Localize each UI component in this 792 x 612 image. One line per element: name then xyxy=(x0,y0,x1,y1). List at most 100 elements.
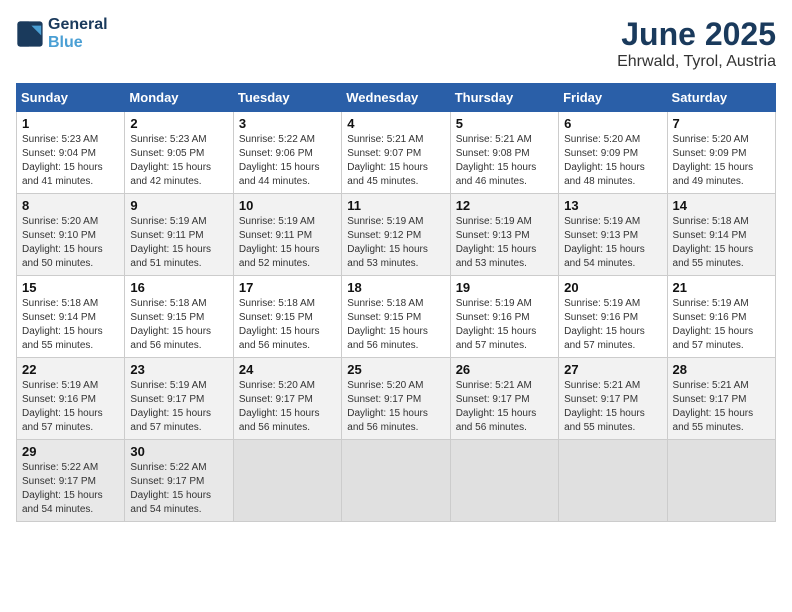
col-header-thursday: Thursday xyxy=(450,84,558,112)
day-info: Sunrise: 5:19 AM Sunset: 9:17 PM Dayligh… xyxy=(130,379,227,435)
day-info: Sunrise: 5:19 AM Sunset: 9:16 PM Dayligh… xyxy=(564,297,661,353)
day-number: 8 xyxy=(22,198,119,213)
calendar-cell: 10 Sunrise: 5:19 AM Sunset: 9:11 PM Dayli… xyxy=(233,194,341,276)
day-info: Sunrise: 5:18 AM Sunset: 9:14 PM Dayligh… xyxy=(673,215,770,271)
day-number: 15 xyxy=(22,280,119,295)
day-info: Sunrise: 5:20 AM Sunset: 9:17 PM Dayligh… xyxy=(347,379,444,435)
day-number: 4 xyxy=(347,116,444,131)
day-number: 29 xyxy=(22,444,119,459)
calendar-cell xyxy=(450,440,558,522)
day-info: Sunrise: 5:20 AM Sunset: 9:17 PM Dayligh… xyxy=(239,379,336,435)
day-info: Sunrise: 5:19 AM Sunset: 9:13 PM Dayligh… xyxy=(456,215,553,271)
calendar-cell: 27 Sunrise: 5:21 AM Sunset: 9:17 PM Dayli… xyxy=(559,358,667,440)
calendar-cell: 9 Sunrise: 5:19 AM Sunset: 9:11 PM Daylig… xyxy=(125,194,233,276)
day-number: 6 xyxy=(564,116,661,131)
day-info: Sunrise: 5:22 AM Sunset: 9:06 PM Dayligh… xyxy=(239,133,336,189)
day-number: 5 xyxy=(456,116,553,131)
calendar-cell: 26 Sunrise: 5:21 AM Sunset: 9:17 PM Dayli… xyxy=(450,358,558,440)
logo-icon xyxy=(16,20,44,48)
calendar-cell: 6 Sunrise: 5:20 AM Sunset: 9:09 PM Daylig… xyxy=(559,112,667,194)
calendar-cell: 7Sunrise: 5:20 AM Sunset: 9:09 PM Daylig… xyxy=(667,112,775,194)
calendar-title-area: June 2025 Ehrwald, Tyrol, Austria xyxy=(617,16,776,71)
day-info: Sunrise: 5:20 AM Sunset: 9:09 PM Dayligh… xyxy=(673,133,770,189)
day-info: Sunrise: 5:19 AM Sunset: 9:11 PM Dayligh… xyxy=(239,215,336,271)
day-info: Sunrise: 5:22 AM Sunset: 9:17 PM Dayligh… xyxy=(130,461,227,517)
day-info: Sunrise: 5:19 AM Sunset: 9:11 PM Dayligh… xyxy=(130,215,227,271)
day-info: Sunrise: 5:21 AM Sunset: 9:17 PM Dayligh… xyxy=(456,379,553,435)
day-number: 26 xyxy=(456,362,553,377)
calendar-cell: 4 Sunrise: 5:21 AM Sunset: 9:07 PM Daylig… xyxy=(342,112,450,194)
day-info: Sunrise: 5:18 AM Sunset: 9:14 PM Dayligh… xyxy=(22,297,119,353)
day-number: 24 xyxy=(239,362,336,377)
day-number: 9 xyxy=(130,198,227,213)
calendar-cell: 19Sunrise: 5:19 AM Sunset: 9:16 PM Dayli… xyxy=(450,276,558,358)
calendar-cell: 25 Sunrise: 5:20 AM Sunset: 9:17 PM Dayli… xyxy=(342,358,450,440)
day-number: 16 xyxy=(130,280,227,295)
calendar-cell xyxy=(559,440,667,522)
calendar-cell: 18Sunrise: 5:18 AM Sunset: 9:15 PM Dayli… xyxy=(342,276,450,358)
calendar-cell: 13 Sunrise: 5:19 AM Sunset: 9:13 PM Dayli… xyxy=(559,194,667,276)
day-number: 12 xyxy=(456,198,553,213)
col-header-monday: Monday xyxy=(125,84,233,112)
calendar-header-row: SundayMondayTuesdayWednesdayThursdayFrid… xyxy=(17,84,776,112)
day-number: 14 xyxy=(673,198,770,213)
day-number: 30 xyxy=(130,444,227,459)
calendar-week-row: 22 Sunrise: 5:19 AM Sunset: 9:16 PM Dayli… xyxy=(17,358,776,440)
calendar-cell: 21 Sunrise: 5:19 AM Sunset: 9:16 PM Dayli… xyxy=(667,276,775,358)
col-header-tuesday: Tuesday xyxy=(233,84,341,112)
calendar-cell: 23 Sunrise: 5:19 AM Sunset: 9:17 PM Dayli… xyxy=(125,358,233,440)
day-number: 11 xyxy=(347,198,444,213)
day-number: 27 xyxy=(564,362,661,377)
calendar-week-row: 15 Sunrise: 5:18 AM Sunset: 9:14 PM Dayli… xyxy=(17,276,776,358)
day-number: 1 xyxy=(22,116,119,131)
calendar-cell: 22 Sunrise: 5:19 AM Sunset: 9:16 PM Dayli… xyxy=(17,358,125,440)
logo: General Blue xyxy=(16,16,108,51)
day-info: Sunrise: 5:21 AM Sunset: 9:17 PM Dayligh… xyxy=(673,379,770,435)
day-number: 23 xyxy=(130,362,227,377)
day-number: 13 xyxy=(564,198,661,213)
calendar-cell: 3 Sunrise: 5:22 AM Sunset: 9:06 PM Daylig… xyxy=(233,112,341,194)
calendar-cell xyxy=(342,440,450,522)
day-info: Sunrise: 5:21 AM Sunset: 9:07 PM Dayligh… xyxy=(347,133,444,189)
calendar-cell: 5Sunrise: 5:21 AM Sunset: 9:08 PM Daylig… xyxy=(450,112,558,194)
day-number: 20 xyxy=(564,280,661,295)
logo-text: General Blue xyxy=(48,16,108,51)
day-info: Sunrise: 5:18 AM Sunset: 9:15 PM Dayligh… xyxy=(239,297,336,353)
calendar-week-row: 8 Sunrise: 5:20 AM Sunset: 9:10 PM Daylig… xyxy=(17,194,776,276)
day-info: Sunrise: 5:23 AM Sunset: 9:05 PM Dayligh… xyxy=(130,133,227,189)
day-number: 19 xyxy=(456,280,553,295)
day-info: Sunrise: 5:20 AM Sunset: 9:10 PM Dayligh… xyxy=(22,215,119,271)
col-header-saturday: Saturday xyxy=(667,84,775,112)
calendar-cell: 30 Sunrise: 5:22 AM Sunset: 9:17 PM Dayli… xyxy=(125,440,233,522)
day-info: Sunrise: 5:20 AM Sunset: 9:09 PM Dayligh… xyxy=(564,133,661,189)
month-title: June 2025 xyxy=(617,16,776,53)
calendar-cell xyxy=(667,440,775,522)
calendar-table: SundayMondayTuesdayWednesdayThursdayFrid… xyxy=(16,83,776,522)
calendar-cell: 11Sunrise: 5:19 AM Sunset: 9:12 PM Dayli… xyxy=(342,194,450,276)
calendar-cell: 2 Sunrise: 5:23 AM Sunset: 9:05 PM Daylig… xyxy=(125,112,233,194)
calendar-cell: 29 Sunrise: 5:22 AM Sunset: 9:17 PM Dayli… xyxy=(17,440,125,522)
calendar-cell: 1 Sunrise: 5:23 AM Sunset: 9:04 PM Daylig… xyxy=(17,112,125,194)
day-info: Sunrise: 5:19 AM Sunset: 9:16 PM Dayligh… xyxy=(673,297,770,353)
day-info: Sunrise: 5:19 AM Sunset: 9:13 PM Dayligh… xyxy=(564,215,661,271)
calendar-cell: 24 Sunrise: 5:20 AM Sunset: 9:17 PM Dayli… xyxy=(233,358,341,440)
calendar-cell: 17Sunrise: 5:18 AM Sunset: 9:15 PM Dayli… xyxy=(233,276,341,358)
day-info: Sunrise: 5:18 AM Sunset: 9:15 PM Dayligh… xyxy=(347,297,444,353)
col-header-wednesday: Wednesday xyxy=(342,84,450,112)
calendar-cell xyxy=(233,440,341,522)
day-number: 22 xyxy=(22,362,119,377)
page-header: General Blue June 2025 Ehrwald, Tyrol, A… xyxy=(16,16,776,71)
day-number: 10 xyxy=(239,198,336,213)
calendar-cell: 14 Sunrise: 5:18 AM Sunset: 9:14 PM Dayli… xyxy=(667,194,775,276)
day-info: Sunrise: 5:23 AM Sunset: 9:04 PM Dayligh… xyxy=(22,133,119,189)
day-info: Sunrise: 5:21 AM Sunset: 9:17 PM Dayligh… xyxy=(564,379,661,435)
day-info: Sunrise: 5:18 AM Sunset: 9:15 PM Dayligh… xyxy=(130,297,227,353)
day-number: 25 xyxy=(347,362,444,377)
day-info: Sunrise: 5:19 AM Sunset: 9:16 PM Dayligh… xyxy=(22,379,119,435)
calendar-cell: 16 Sunrise: 5:18 AM Sunset: 9:15 PM Dayli… xyxy=(125,276,233,358)
day-number: 3 xyxy=(239,116,336,131)
calendar-cell: 12 Sunrise: 5:19 AM Sunset: 9:13 PM Dayli… xyxy=(450,194,558,276)
day-number: 2 xyxy=(130,116,227,131)
day-info: Sunrise: 5:22 AM Sunset: 9:17 PM Dayligh… xyxy=(22,461,119,517)
day-number: 21 xyxy=(673,280,770,295)
